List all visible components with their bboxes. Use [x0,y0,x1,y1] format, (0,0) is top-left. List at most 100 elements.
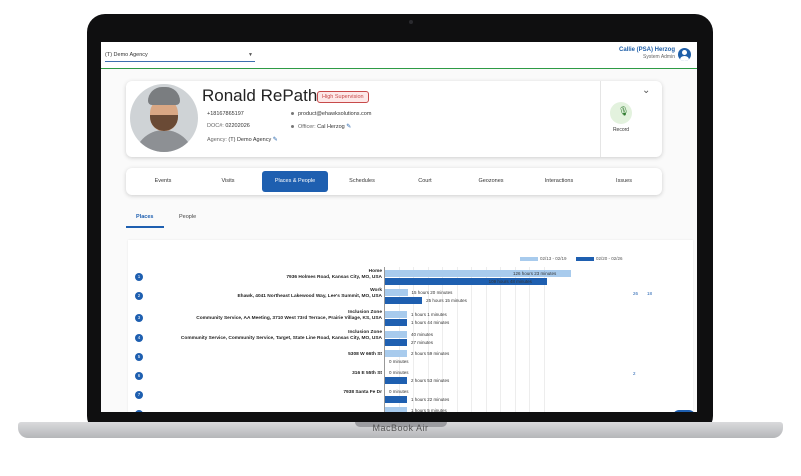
row-address: 7938 Santa Fe Dr [343,390,382,395]
subtab-underline [126,226,164,228]
floating-action-button[interactable] [673,410,695,412]
bar-current-week [385,319,407,326]
bar-label-prev: 40 minutes [411,332,434,337]
user-info[interactable]: Callie (PSA) Herzog System Admin [619,47,675,60]
grid-line [485,267,487,412]
profile-name: Ronald RePath [202,86,318,105]
tab-bar: Events Visits Places & People Schedules … [126,168,662,195]
bar-label-current: 1 hours 44 minutes [411,320,450,325]
bar-label-current: 0 minutes [389,359,409,364]
visit-count-icon[interactable]: 18 [647,291,652,296]
bullet-icon [291,125,294,129]
bar-prev-week [385,289,408,296]
bar-label-current: 1 hours 22 minutes [411,397,450,402]
legend-label: 02/20 - 02/26 [596,256,623,261]
legend-label: 02/13 - 02/19 [540,256,567,261]
email: product@ehawksolutions.com [298,111,372,117]
chevron-up-icon[interactable]: ⌄ [642,85,650,96]
doc-label: DOC#: [207,123,224,129]
bar-label-current: 25 hours 15 minutes [426,298,467,303]
device-model-label: MacBook Air [372,423,429,433]
person-count-icon[interactable]: 2 [633,371,636,376]
bar-label-prev: 15 hours 20 minutes [411,290,453,295]
grid-line [514,267,516,412]
agency-value: (T) Demo Agency [228,137,272,143]
agency-select-value: (T) Demo Agency [105,52,148,58]
tab-schedules[interactable]: Schedules [333,171,391,192]
bar-label-prev: 1 hours 1 minutes [411,312,447,317]
legend-swatch [576,256,594,261]
screen: (T) Demo Agency ▼ Callie (PSA) Herzog Sy… [101,42,697,412]
bar-prev-week [385,350,407,357]
grid-line [529,267,530,412]
bar-current-week [385,339,407,346]
doc-number: DOC#: 02202026 [207,123,250,129]
chevron-down-icon: ▼ [248,52,253,58]
row-index-badge: 8 [135,410,143,412]
tab-interactions[interactable]: Interactions [528,171,590,192]
record-button[interactable]: 🎙 [610,102,632,124]
tab-court[interactable]: Court [396,171,454,192]
officer-label: Officer: [298,124,316,130]
bar-prev-week [385,407,407,412]
microphone-icon: 🎙 [618,106,630,116]
subtab-bar: Places People [126,210,326,230]
person-count-icon[interactable]: 26 [633,291,638,296]
phone-number: +18167865197 [207,111,244,117]
tab-geozones[interactable]: Geozones [462,171,520,192]
agency-info: Agency: (T) Demo Agency ✎ [207,136,278,143]
officer-info: Officer: Cal Herzog ✎ [291,123,351,130]
bar-label-prev: 1 hours 5 minutes [411,408,447,412]
supervision-badge: High Supervision [317,91,369,103]
subtab-people[interactable]: People [179,214,196,220]
tab-places-people[interactable]: Places & People [262,171,328,192]
edit-pencil-icon[interactable]: ✎ [346,124,351,130]
row-address: Community Service, AA Meeting, 3710 West… [196,316,382,321]
places-chart: 02/13 - 02/19 02/20 - 02/26 1 Home 7936 Ho… [128,240,693,412]
subtab-places[interactable]: Places [136,214,153,220]
edit-pencil-icon[interactable]: ✎ [273,137,278,143]
officer-value: Cal Herzog [317,124,345,130]
bar-label-current: 2 hours 53 minutes [411,378,450,383]
bar-label-prev: 0 minutes [389,389,409,394]
row-address: 7936 Holmes Road, Kansas City, MO, USA [286,275,382,280]
agency-select[interactable]: (T) Demo Agency ▼ [105,50,255,62]
grid-line [456,267,458,412]
account-icon[interactable] [678,48,691,61]
user-role: System Admin [643,54,675,60]
bullet-icon [291,112,294,116]
bar-label-current: 109 hours 48 minutes [488,279,532,284]
legend-item-cur: 02/20 - 02/26 [576,256,623,261]
bar-label-prev: 2 hours 59 minutes [411,351,450,356]
bar-label-prev: 0 minutes [389,370,409,375]
agency-label: Agency: [207,137,227,143]
bar-prev-week [385,311,407,318]
bar-current-week [385,396,407,403]
card-divider [600,81,601,157]
grid-line [500,267,501,412]
tab-issues[interactable]: Issues [595,171,653,192]
camera [409,20,413,24]
row-address: Ehawk, 4041 Northeast Lakewood Way, Lee'… [237,294,382,299]
profile-card: Ronald RePath High Supervision +18167865… [126,81,662,157]
legend-item-prev: 02/13 - 02/19 [520,256,567,261]
email-info: product@ehawksolutions.com [291,111,371,117]
tab-events[interactable]: Events [134,171,192,192]
grid-line [543,267,545,412]
top-bar: (T) Demo Agency ▼ Callie (PSA) Herzog Sy… [101,42,697,69]
bar-current-week [385,297,423,304]
bar-current-week [385,377,407,384]
tab-visits[interactable]: Visits [199,171,257,192]
profile-photo [130,84,198,152]
legend-swatch [520,256,538,261]
row-address: Community Service, Community Service, Ta… [180,336,382,341]
grid-line [471,267,472,412]
doc-value: 02202026 [225,123,250,129]
row-address: 316 E 55th St [352,371,382,376]
bar-label-prev: 126 hours 23 minutes [513,271,557,276]
user-name: Callie (PSA) Herzog [618,47,675,53]
bar-prev-week [385,331,407,338]
bar-label-current: 27 minutes [411,340,434,345]
record-label: Record [612,127,630,133]
row-address: 5308 W 66th St [348,352,382,357]
